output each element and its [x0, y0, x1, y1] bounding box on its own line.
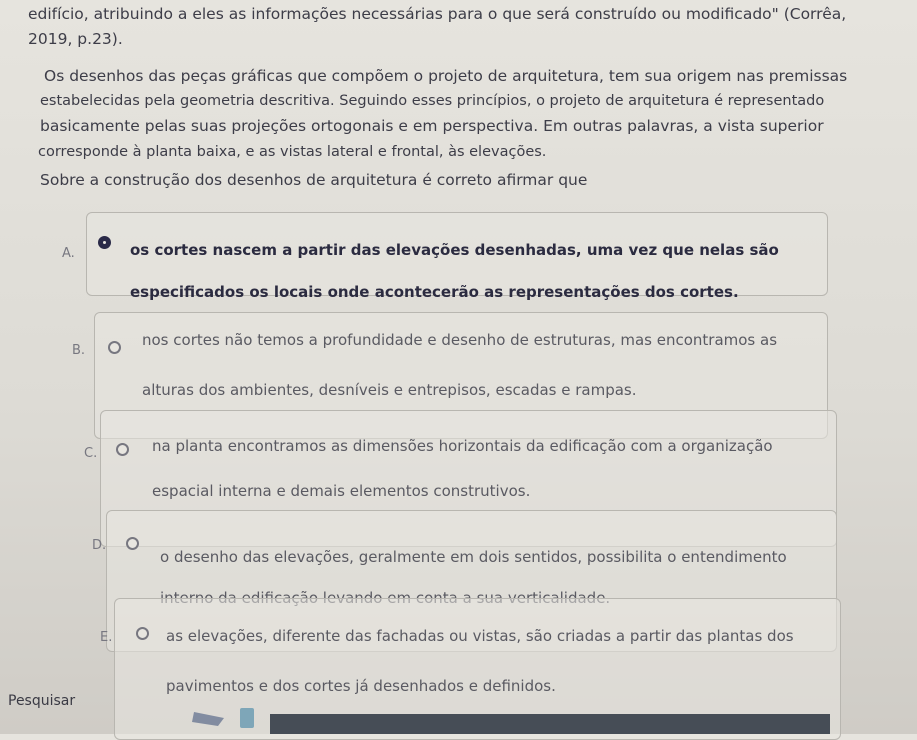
- option-c-text-1: na planta encontramos as dimensões horiz…: [152, 437, 773, 455]
- option-a-text-2: especificados os locais onde acontecerão…: [130, 283, 739, 301]
- option-b-text-1: nos cortes não temos a profundidade e de…: [142, 331, 778, 349]
- option-e-text-1: as elevações, diferente das fachadas ou …: [166, 627, 794, 645]
- question-prompt: Sobre a construção dos desenhos de arqui…: [40, 171, 588, 189]
- taskbar-search-label[interactable]: Pesquisar: [8, 693, 75, 709]
- option-a-letter: A.: [62, 246, 75, 261]
- option-a-radio[interactable]: [98, 236, 111, 249]
- question-line-3: Os desenhos das peças gráficas que compõ…: [44, 67, 848, 85]
- question-line-4: estabelecidas pela geometria descritiva.…: [40, 93, 825, 109]
- question-line-6: corresponde à planta baixa, e as vistas …: [38, 144, 547, 160]
- option-c-text-2: espacial interna e demais elementos cons…: [152, 482, 531, 500]
- option-d-radio[interactable]: [126, 537, 139, 550]
- taskbar-apps-strip: [192, 708, 830, 734]
- app-tile-icon[interactable]: [240, 708, 254, 728]
- option-b-letter: B.: [72, 343, 86, 358]
- option-d-text-1: o desenho das elevações, geralmente em d…: [160, 548, 787, 566]
- question-line-5: basicamente pelas suas projeções ortogon…: [40, 117, 824, 135]
- option-e-text-2: pavimentos e dos cortes já desenhados e …: [166, 677, 556, 695]
- question-line-1: edifício, atribuindo a eles as informaçõ…: [28, 5, 847, 23]
- option-b-radio[interactable]: [108, 341, 121, 354]
- magnifier-icon[interactable]: [192, 712, 224, 726]
- option-b-text-2: alturas dos ambientes, desníveis e entre…: [142, 381, 637, 399]
- question-line-2: 2019, p.23).: [28, 30, 123, 48]
- option-c-letter: C.: [84, 446, 98, 461]
- option-e-letter: E.: [100, 630, 113, 645]
- option-d-letter: D.: [92, 538, 107, 553]
- option-c-radio[interactable]: [116, 443, 129, 456]
- option-e-radio[interactable]: [136, 627, 149, 640]
- option-a-text-1: os cortes nascem a partir das elevações …: [130, 241, 779, 259]
